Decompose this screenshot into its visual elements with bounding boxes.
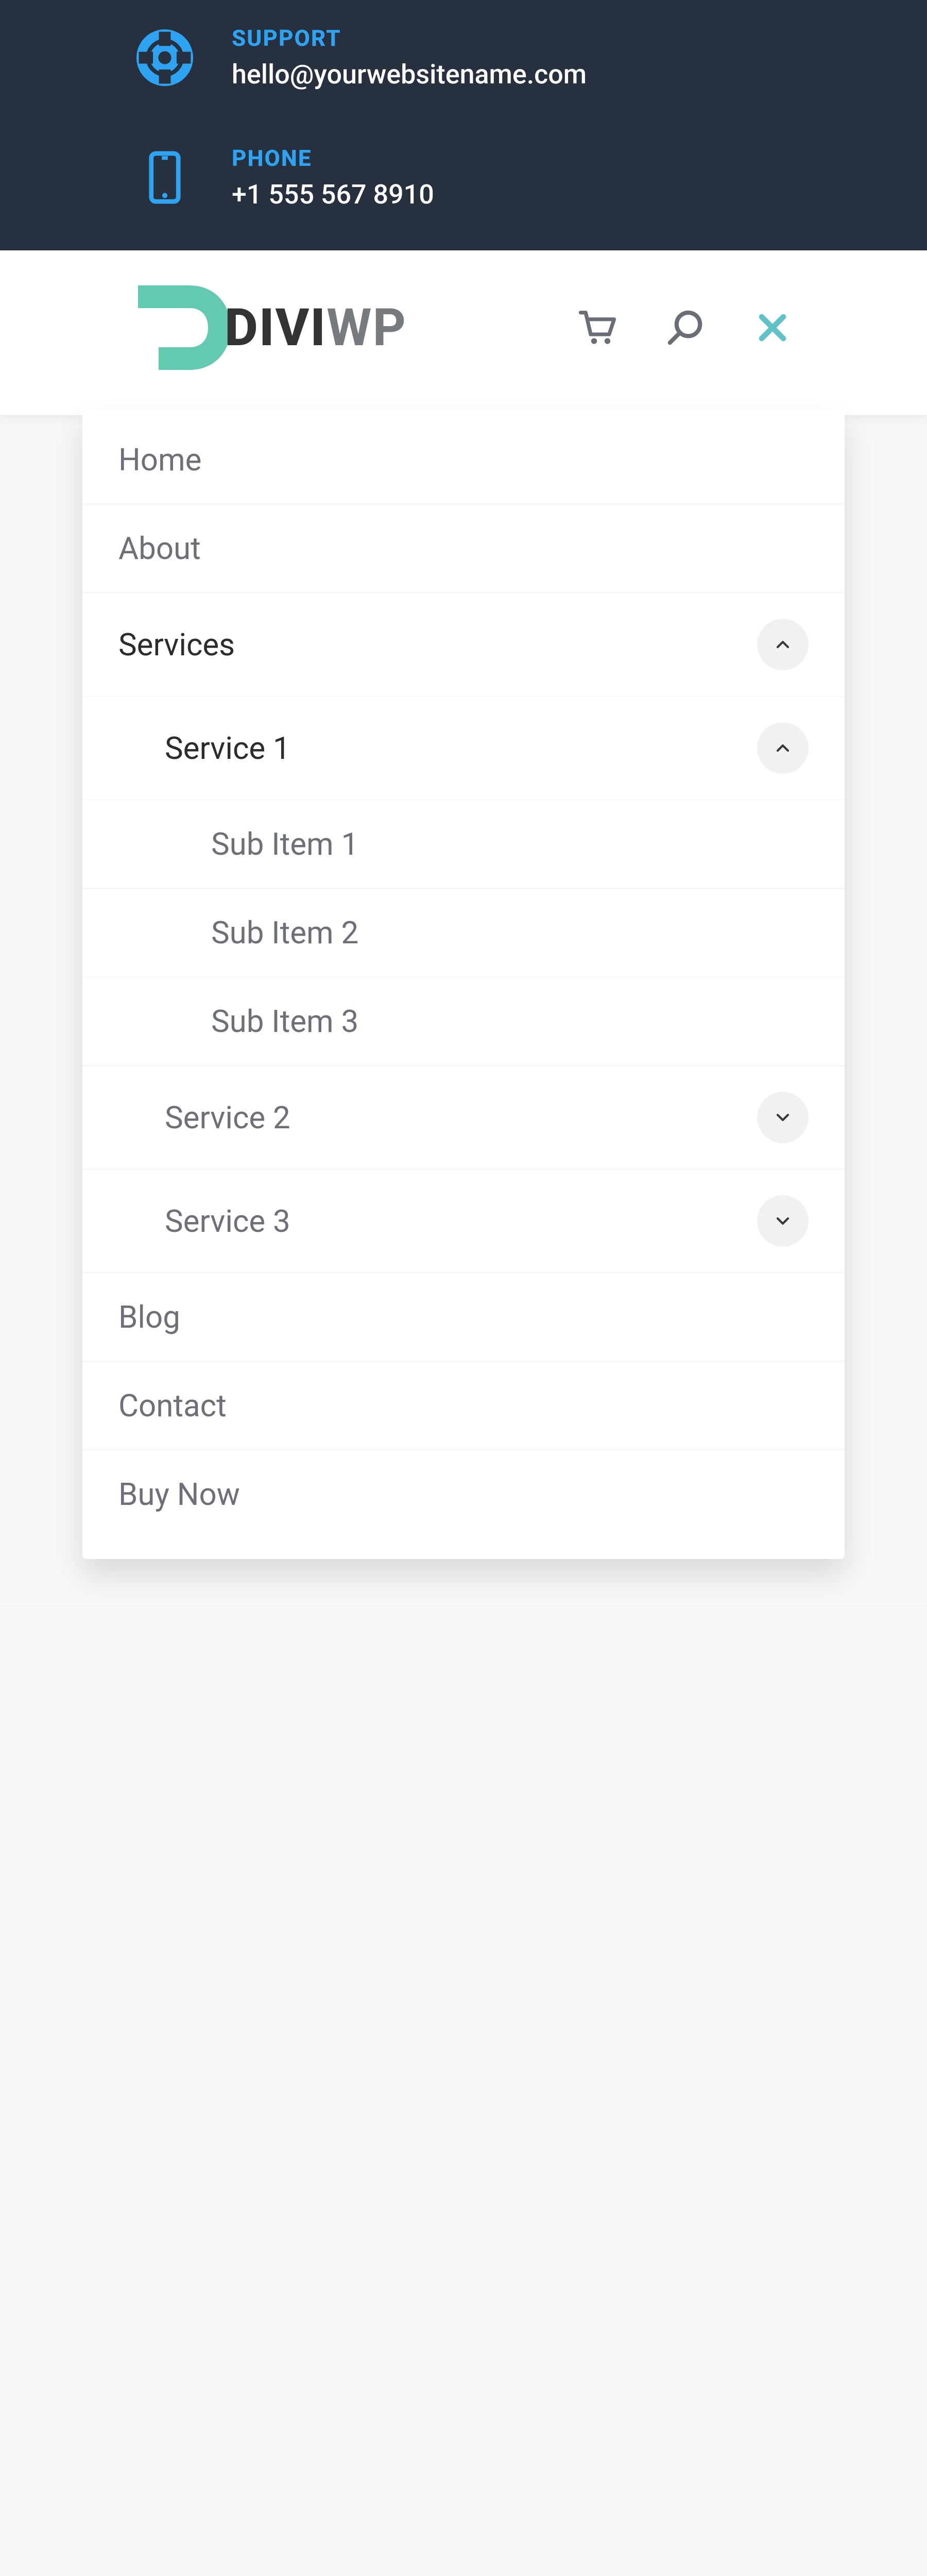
site-logo[interactable]: DIVIWP (134, 281, 407, 374)
menu-item-sub-1[interactable]: Sub Item 1 (82, 800, 845, 889)
menu-item-sub-2[interactable]: Sub Item 2 (82, 889, 845, 977)
phone-label: PHONE (232, 145, 434, 172)
phone-block: PHONE +1 555 567 8910 (134, 135, 876, 219)
mobile-icon (134, 147, 196, 209)
mobile-menu-panel: Home About Services Service 1 Sub Item 1… (82, 411, 845, 1559)
menu-item-blog[interactable]: Blog (82, 1273, 845, 1362)
phone-number[interactable]: +1 555 567 8910 (232, 179, 434, 210)
menu-item-service-1[interactable]: Service 1 (82, 697, 845, 800)
support-block: SUPPORT hello@yourwebsitename.com (134, 15, 876, 99)
chevron-down-icon[interactable] (757, 1195, 809, 1247)
chevron-up-icon[interactable] (757, 619, 809, 670)
site-header: DIVIWP (0, 250, 927, 416)
chevron-up-icon[interactable] (757, 722, 809, 774)
menu-item-services[interactable]: Services (82, 593, 845, 697)
cart-icon[interactable] (577, 307, 618, 348)
page-body (0, 1605, 927, 2576)
menu-item-contact[interactable]: Contact (82, 1362, 845, 1450)
menu-item-home[interactable]: Home (82, 416, 845, 504)
menu-item-about[interactable]: About (82, 504, 845, 593)
menu-item-service-2[interactable]: Service 2 (82, 1066, 845, 1170)
menu-item-buy-now[interactable]: Buy Now (82, 1450, 845, 1538)
search-icon[interactable] (664, 307, 706, 348)
logo-text: DIVIWP (225, 298, 407, 358)
support-email[interactable]: hello@yourwebsitename.com (232, 59, 587, 90)
chevron-down-icon[interactable] (757, 1092, 809, 1143)
lifebuoy-icon (134, 27, 196, 89)
menu-item-sub-3[interactable]: Sub Item 3 (82, 977, 845, 1066)
close-icon[interactable] (752, 307, 793, 348)
menu-item-service-3[interactable]: Service 3 (82, 1170, 845, 1273)
header-icon-group (577, 307, 793, 348)
top-info-bar: SUPPORT hello@yourwebsitename.com PHONE … (0, 0, 927, 250)
logo-mark-icon (134, 281, 237, 374)
support-label: SUPPORT (232, 25, 587, 52)
